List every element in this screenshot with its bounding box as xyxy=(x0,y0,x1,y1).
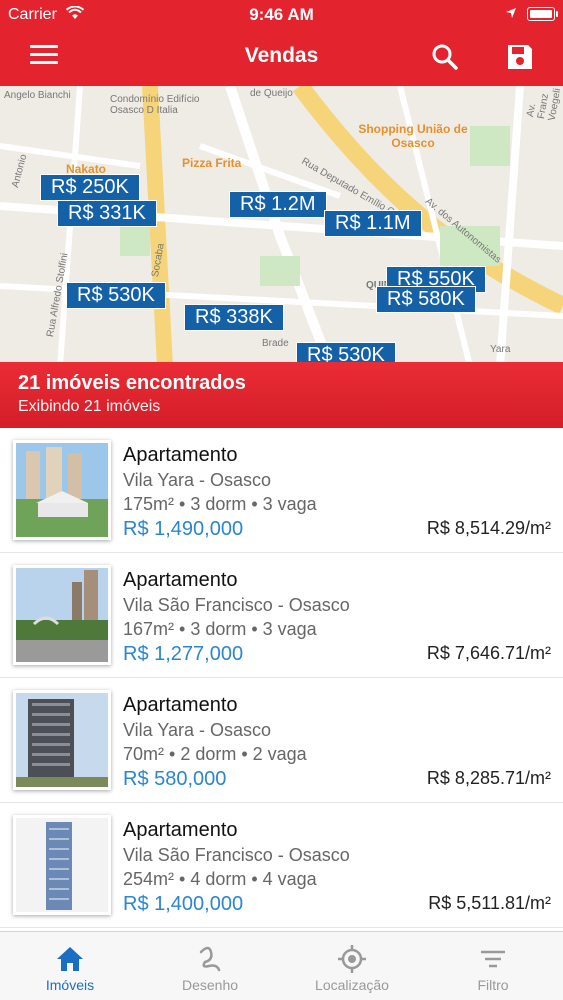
app-header: Carrier 9:46 AM Vendas xyxy=(0,0,563,86)
map-label: Angelo Bianchi xyxy=(4,90,71,101)
filter-icon xyxy=(481,950,505,968)
status-bar: Carrier 9:46 AM xyxy=(0,0,563,30)
map-view[interactable]: Angelo Bianchi Condomínio Edifício Osasc… xyxy=(0,86,563,366)
home-icon xyxy=(57,947,83,971)
price-marker[interactable]: R$ 580K xyxy=(376,286,476,313)
map-poi: Pizza Frita xyxy=(182,156,242,170)
listing-type: Apartamento xyxy=(123,694,238,716)
map-label: Brade xyxy=(262,338,289,349)
tab-bar: Imóveis Desenho Localização Filtro xyxy=(0,931,563,1000)
listing-location: Vila Yara - Osasco xyxy=(123,470,272,490)
listing-specs: 167m² • 3 dorm • 3 vaga xyxy=(123,619,317,639)
results-banner: 21 imóveis encontrados Exibindo 21 imóve… xyxy=(0,362,563,428)
listing-price-per-m2: R$ 8,285.71/m² xyxy=(426,768,551,788)
map-label: Av. Franz Voegeli xyxy=(525,87,563,122)
listing-row[interactable]: Apartamento Vila São Francisco - Osasco … xyxy=(0,803,563,928)
listing-price-per-m2: R$ 5,511.81/m² xyxy=(428,893,551,913)
clock: 9:46 AM xyxy=(249,5,314,24)
location-target-icon xyxy=(338,945,366,973)
map-label: Yara xyxy=(490,344,511,355)
map-label: de Queijo xyxy=(250,88,293,99)
listing-photo xyxy=(13,565,111,665)
search-button[interactable] xyxy=(430,42,460,72)
tab-label: Imóveis xyxy=(45,977,95,993)
listing-type: Apartamento xyxy=(123,444,238,466)
battery-icon xyxy=(527,7,558,21)
tab-localizacao[interactable]: Localização xyxy=(282,932,422,1000)
price-marker[interactable]: R$ 338K xyxy=(184,304,284,331)
listing-row[interactable]: Apartamento Vila Yara - Osasco 70m² • 2 … xyxy=(0,678,563,803)
price-marker[interactable]: R$ 530K xyxy=(66,282,166,309)
listing-row[interactable]: Apartamento Vila São Francisco - Osasco … xyxy=(0,553,563,678)
page-title: Vendas xyxy=(244,44,319,67)
price-marker[interactable]: R$ 1.1M xyxy=(324,210,422,237)
location-arrow-icon xyxy=(505,6,517,24)
listing-type: Apartamento xyxy=(123,569,238,591)
listing-price: R$ 580,000 xyxy=(123,768,227,790)
listing-price: R$ 1,277,000 xyxy=(123,643,244,665)
search-icon xyxy=(432,44,458,70)
listing-location: Vila São Francisco - Osasco xyxy=(123,595,350,615)
tab-desenho[interactable]: Desenho xyxy=(140,932,280,1000)
price-marker[interactable]: R$ 331K xyxy=(57,200,157,227)
listing-price: R$ 1,490,000 xyxy=(123,518,244,540)
tab-filtro[interactable]: Filtro xyxy=(423,932,563,1000)
listing-location: Vila Yara - Osasco xyxy=(123,720,272,740)
floppy-disk-icon xyxy=(508,45,532,69)
save-button[interactable] xyxy=(505,42,535,72)
tab-label: Filtro xyxy=(477,977,509,993)
tab-label: Localização xyxy=(315,977,389,993)
results-showing: Exibindo 21 imóveis xyxy=(18,398,161,415)
listing-type: Apartamento xyxy=(123,819,238,841)
listing-row[interactable]: Apartamento Vila Yara - Osasco 175m² • 3… xyxy=(0,428,563,553)
map-poi: Shopping União de Osasco xyxy=(358,122,468,150)
tab-label: Desenho xyxy=(181,977,239,993)
listing-price-per-m2: R$ 7,646.71/m² xyxy=(426,643,551,663)
map-label: Condomínio Edifício Osasco D Italia xyxy=(110,94,200,116)
draw-gesture-icon xyxy=(199,946,221,972)
listing-photo xyxy=(13,815,111,915)
listing-location: Vila São Francisco - Osasco xyxy=(123,845,350,865)
listing-specs: 254m² • 4 dorm • 4 vaga xyxy=(123,869,317,889)
tab-imoveis[interactable]: Imóveis xyxy=(0,932,140,1000)
listing-price-per-m2: R$ 8,514.29/m² xyxy=(426,518,551,538)
listing-photo xyxy=(13,440,111,540)
listing-photo xyxy=(13,690,111,790)
listing-price: R$ 1,400,000 xyxy=(123,893,244,915)
listing-specs: 175m² • 3 dorm • 3 vaga xyxy=(123,494,317,514)
price-marker[interactable]: R$ 250K xyxy=(40,174,140,201)
listing-list[interactable]: Apartamento Vila Yara - Osasco 175m² • 3… xyxy=(0,428,563,931)
results-count: 21 imóveis encontrados xyxy=(18,372,246,394)
listing-specs: 70m² • 2 dorm • 2 vaga xyxy=(123,744,307,764)
price-marker[interactable]: R$ 1.2M xyxy=(229,191,327,218)
